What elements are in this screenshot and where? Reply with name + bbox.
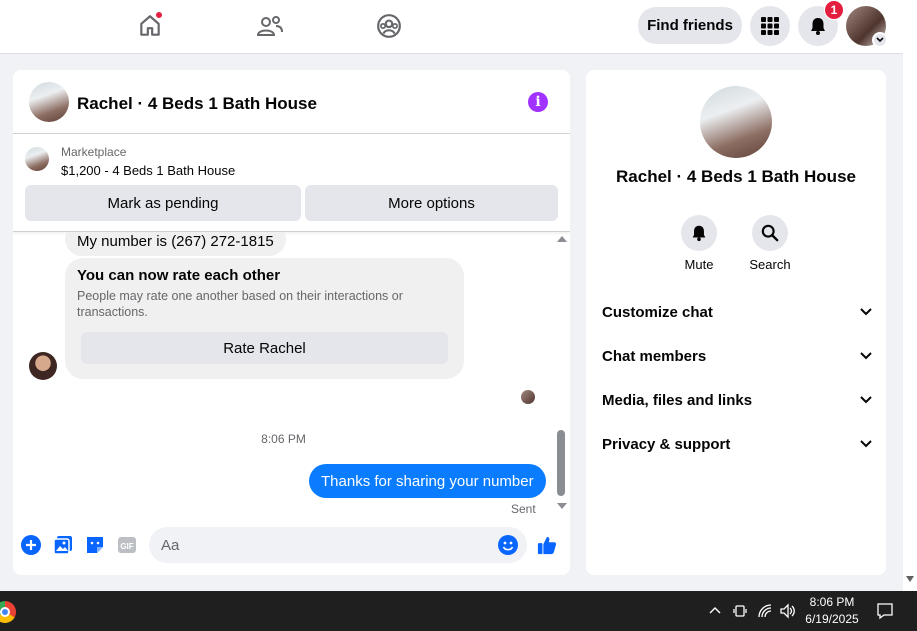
meet-now-icon[interactable] — [733, 603, 747, 619]
chrome-taskbar-icon[interactable] — [0, 601, 16, 623]
grid-menu-icon — [761, 17, 779, 35]
chat-header: Rachel · 4 Beds 1 Bath House i — [13, 70, 570, 134]
privacy-support-section[interactable]: Privacy & support — [602, 430, 872, 458]
mute-button[interactable] — [681, 215, 717, 251]
bell-icon — [692, 225, 706, 242]
like-button[interactable] — [537, 535, 557, 555]
emoji-button[interactable] — [498, 535, 518, 555]
groups-nav-button[interactable] — [374, 11, 404, 41]
listing-price-title[interactable]: $1,200 - 4 Beds 1 Bath House — [61, 163, 235, 178]
listing-avatar[interactable] — [29, 82, 69, 122]
more-options-button[interactable]: More options — [305, 185, 558, 221]
chevron-down-icon — [860, 396, 872, 404]
home-notification-dot — [155, 11, 163, 19]
chevron-down-icon — [860, 440, 872, 448]
scroll-down-arrow-icon[interactable] — [557, 503, 567, 509]
message-input[interactable] — [149, 527, 527, 563]
more-actions-button[interactable] — [21, 535, 41, 555]
section-label: Privacy & support — [602, 435, 731, 453]
friends-icon — [256, 16, 283, 36]
show-hidden-icons-icon[interactable] — [709, 603, 721, 617]
rating-card-title: You can now rate each other — [77, 267, 281, 284]
home-nav-button[interactable] — [135, 11, 165, 41]
gif-button[interactable]: GIF — [117, 535, 137, 555]
seen-indicator-avatar — [521, 390, 535, 404]
chevron-down-icon — [860, 352, 872, 360]
search-icon — [761, 224, 779, 242]
chat-members-section[interactable]: Chat members — [602, 342, 872, 370]
plus-circle-icon — [21, 535, 41, 555]
info-avatar[interactable] — [700, 86, 772, 158]
friends-nav-button[interactable] — [255, 11, 285, 41]
taskbar-clock[interactable]: 8:06 PM 6/19/2025 — [798, 594, 866, 628]
menu-button[interactable] — [750, 6, 790, 46]
rating-card: You can now rate each other People may r… — [65, 258, 464, 379]
info-name: Rachel · 4 Beds 1 Bath House — [616, 167, 856, 186]
rachel-avatar[interactable] — [29, 352, 57, 380]
windows-taskbar: 8:06 PM 6/19/2025 — [0, 591, 917, 631]
clock-time: 8:06 PM — [809, 595, 855, 609]
chevron-down-icon — [860, 308, 872, 316]
network-icon[interactable] — [757, 603, 773, 619]
section-label: Customize chat — [602, 303, 713, 321]
listing-thumbnail[interactable] — [25, 147, 49, 171]
page-scrollbar[interactable] — [903, 0, 917, 591]
scroll-thumb[interactable] — [557, 430, 565, 496]
marketplace-label: Marketplace — [61, 145, 127, 159]
message-composer: GIF — [13, 525, 570, 565]
find-friends-button[interactable]: Find friends — [638, 7, 742, 44]
message-scrollbar[interactable] — [554, 232, 568, 520]
sticker-icon — [87, 537, 103, 553]
chat-window: Rachel · 4 Beds 1 Bath House i Marketpla… — [13, 70, 570, 575]
emoji-icon — [498, 535, 518, 555]
bell-icon — [811, 18, 825, 35]
volume-icon[interactable] — [779, 603, 797, 619]
profile-avatar-button[interactable] — [846, 6, 888, 48]
notifications-button[interactable]: 1 — [798, 0, 844, 46]
notification-badge: 1 — [824, 0, 844, 20]
message-list: My number is (267) 272-1815 You can now … — [13, 232, 570, 520]
scroll-up-arrow-icon[interactable] — [557, 236, 567, 242]
media-files-links-section[interactable]: Media, files and links — [602, 386, 872, 414]
mute-action[interactable]: Mute — [669, 215, 729, 272]
svg-text:GIF: GIF — [120, 542, 133, 551]
chat-info-panel: Rachel · 4 Beds 1 Bath House Mute Search… — [586, 70, 886, 575]
rate-rachel-button[interactable]: Rate Rachel — [81, 332, 448, 364]
search-action[interactable]: Search — [740, 215, 800, 272]
notifications-center-icon[interactable] — [876, 602, 894, 620]
mark-as-pending-button[interactable]: Mark as pending — [25, 185, 301, 221]
chat-title[interactable]: Rachel · 4 Beds 1 Bath House — [77, 94, 317, 114]
rating-card-description: People may rate one another based on the… — [77, 289, 403, 319]
gif-icon: GIF — [118, 537, 136, 553]
marketplace-banner: Marketplace $1,200 - 4 Beds 1 Bath House… — [13, 134, 570, 232]
clock-date: 6/19/2025 — [805, 612, 859, 626]
top-navigation: Find friends 1 — [0, 0, 903, 54]
message-timestamp: 8:06 PM — [261, 432, 306, 446]
search-button[interactable] — [752, 215, 788, 251]
groups-icon — [377, 14, 401, 38]
info-icon[interactable]: i — [528, 92, 548, 112]
section-label: Media, files and links — [602, 391, 753, 409]
incoming-message[interactable]: My number is (267) 272-1815 — [65, 232, 286, 256]
photo-icon — [53, 536, 72, 555]
thumbs-up-icon — [537, 536, 557, 555]
mute-label: Mute — [684, 257, 714, 272]
customize-chat-section[interactable]: Customize chat — [602, 298, 872, 326]
sticker-button[interactable] — [85, 535, 105, 555]
outgoing-message[interactable]: Thanks for sharing your number — [309, 464, 546, 498]
chevron-down-icon — [872, 32, 888, 48]
search-label: Search — [749, 257, 791, 272]
attach-photo-button[interactable] — [53, 535, 73, 555]
section-label: Chat members — [602, 347, 707, 365]
message-status: Sent — [511, 502, 536, 516]
